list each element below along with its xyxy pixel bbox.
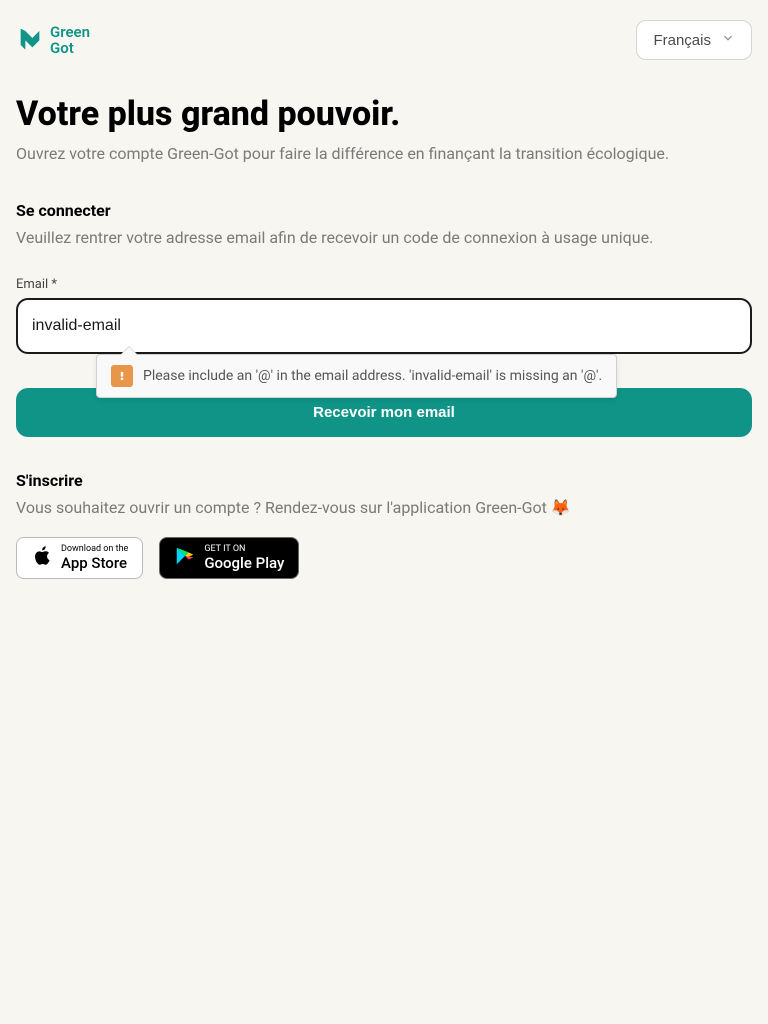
google-play-badge[interactable]: GET IT ON Google Play	[159, 537, 299, 579]
logo-text: Green Got	[50, 24, 90, 57]
validation-message: Please include an '@' in the email addre…	[143, 368, 602, 384]
email-label: Email *	[16, 277, 752, 292]
signup-title: S'inscrire	[16, 471, 752, 490]
apple-icon	[31, 545, 53, 571]
fox-logo-icon	[16, 24, 44, 56]
app-store-badge[interactable]: Download on the App Store	[16, 537, 143, 579]
required-asterisk: *	[51, 277, 57, 292]
warning-icon	[111, 365, 133, 387]
hero-title: Votre plus grand pouvoir.	[16, 94, 752, 134]
language-label: Français	[653, 32, 711, 49]
chevron-down-icon	[721, 31, 735, 49]
signup-subtitle: Vous souhaitez ouvrir un compte ? Rendez…	[16, 498, 752, 517]
signin-subtitle: Veuillez rentrer votre adresse email afi…	[16, 228, 752, 247]
logo[interactable]: Green Got	[16, 24, 90, 57]
language-selector[interactable]: Français	[636, 20, 752, 60]
google-large-text: Google Play	[204, 555, 284, 572]
hero-subtitle: Ouvrez votre compte Green-Got pour faire…	[16, 144, 752, 163]
signin-title: Se connecter	[16, 201, 752, 220]
validation-tooltip: Please include an '@' in the email addre…	[96, 354, 617, 398]
google-play-icon	[174, 545, 196, 571]
apple-large-text: App Store	[61, 555, 128, 572]
